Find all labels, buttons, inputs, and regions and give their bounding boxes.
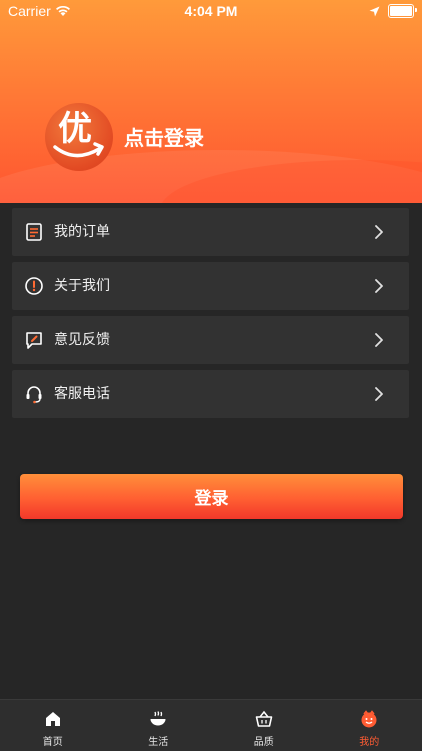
chevron-right-icon — [371, 278, 387, 294]
bowl-icon — [149, 710, 167, 728]
tab-mine[interactable]: 我的 — [317, 700, 422, 751]
logo-arrow — [45, 103, 113, 171]
status-bar: Carrier 4:04 PM — [0, 0, 422, 22]
tab-label: 生活 — [106, 733, 212, 748]
feedback-icon — [24, 330, 44, 350]
tab-label: 我的 — [317, 733, 422, 748]
tab-label: 首页 — [0, 733, 106, 748]
menu-item-label: 客服电话 — [54, 384, 110, 404]
battery-icon — [388, 4, 414, 18]
tab-label: 品质 — [211, 733, 317, 748]
chevron-right-icon — [371, 224, 387, 240]
tab-life[interactable]: 生活 — [106, 700, 212, 751]
status-time: 4:04 PM — [0, 3, 422, 19]
battery-level — [390, 6, 412, 16]
tab-quality[interactable]: 品质 — [211, 700, 317, 751]
chevron-right-icon — [371, 332, 387, 348]
face-icon — [360, 710, 378, 728]
status-right — [369, 4, 414, 18]
profile-header: Carrier 4:04 PM 优 点击登录 — [0, 0, 422, 203]
menu-item-feedback[interactable]: 意见反馈 — [12, 316, 409, 364]
menu-item-service-phone[interactable]: 客服电话 — [12, 370, 409, 418]
chevron-right-icon — [371, 386, 387, 402]
menu-item-orders[interactable]: 我的订单 — [12, 208, 409, 256]
profile-menu: 我的订单 关于我们 意见反馈 客 — [12, 208, 409, 424]
menu-item-label: 关于我们 — [54, 276, 110, 296]
menu-item-about[interactable]: 关于我们 — [12, 262, 409, 310]
order-list-icon — [24, 222, 44, 242]
basket-icon — [255, 710, 273, 728]
tab-bar: 首页 生活 品质 我的 — [0, 699, 422, 751]
location-arrow-icon — [369, 6, 380, 17]
menu-item-label: 意见反馈 — [54, 330, 110, 350]
login-prompt[interactable]: 点击登录 — [124, 122, 204, 151]
info-icon — [24, 276, 44, 296]
app-logo[interactable]: 优 — [45, 103, 113, 171]
home-icon — [44, 710, 62, 728]
menu-item-label: 我的订单 — [54, 222, 110, 242]
login-button[interactable]: 登录 — [20, 474, 403, 519]
headset-icon — [24, 384, 44, 404]
tab-home[interactable]: 首页 — [0, 700, 106, 751]
